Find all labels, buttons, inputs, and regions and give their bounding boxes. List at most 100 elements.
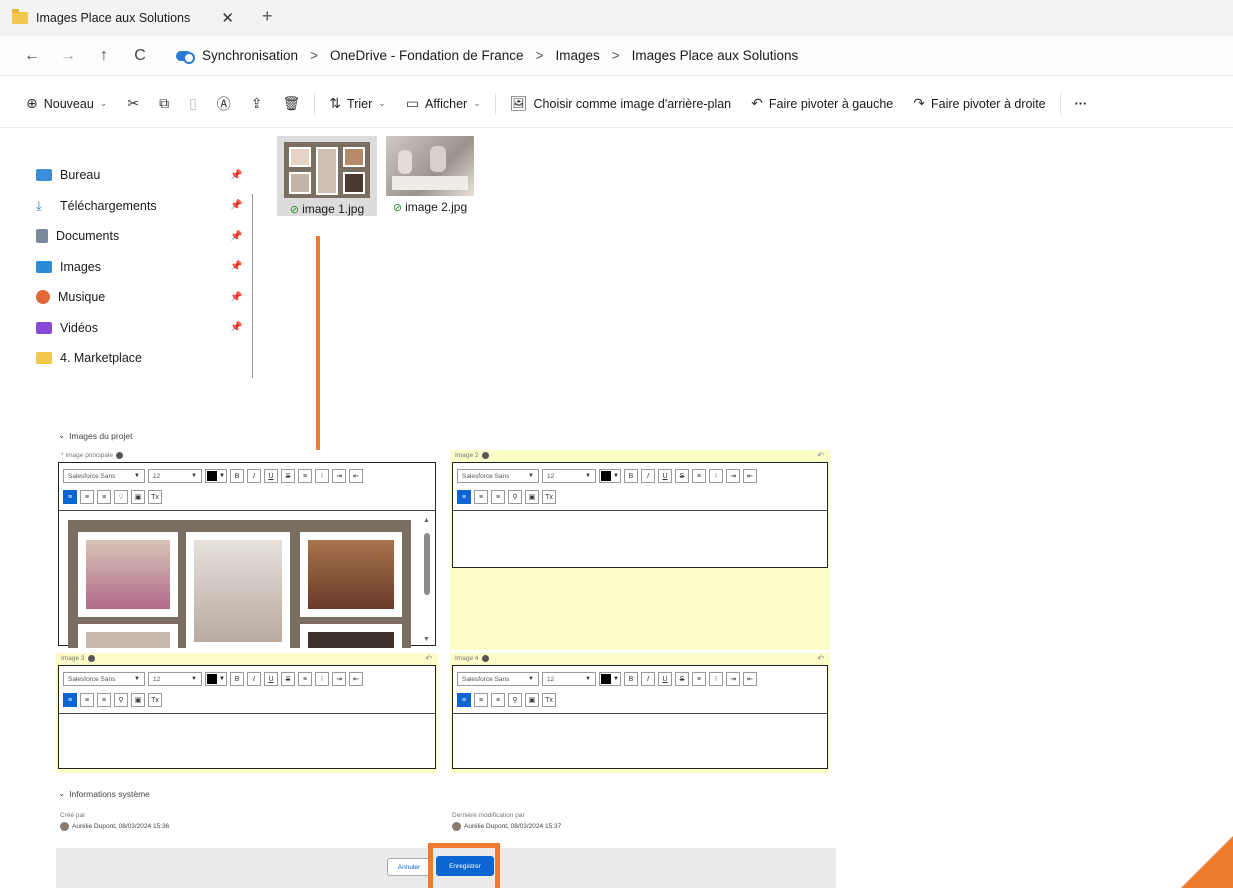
numbered-list-button[interactable]: ⁝ xyxy=(709,469,723,483)
bold-button[interactable]: B xyxy=(624,469,638,483)
text-color-picker[interactable]: ▼ xyxy=(205,469,227,483)
file-item-image-2[interactable]: ⊘ image 2.jpg xyxy=(385,136,475,216)
numbered-list-button[interactable]: ⁝ xyxy=(709,672,723,686)
breadcrumb-onedrive[interactable]: OneDrive - Fondation de France xyxy=(330,48,524,63)
font-family-select[interactable]: Salesforce Sans ▼ xyxy=(457,672,539,686)
file-item-image-1[interactable]: ⊘ image 1.jpg xyxy=(277,136,377,216)
font-family-select[interactable]: Salesforce Sans ▼ xyxy=(457,469,539,483)
image-insert-icon[interactable]: ▣ xyxy=(131,490,145,504)
view-button[interactable]: ▭ Afficher ⌄ xyxy=(396,95,491,112)
sidebar-item-musique[interactable]: Musique 📌 xyxy=(36,282,246,313)
delete-button[interactable]: 🗑 xyxy=(273,95,311,112)
font-family-select[interactable]: Salesforce Sans ▼ xyxy=(63,672,145,686)
font-size-select[interactable]: 12 ▼ xyxy=(148,469,202,483)
image-insert-icon[interactable]: ▣ xyxy=(525,693,539,707)
refresh-icon[interactable]: C xyxy=(122,47,158,65)
image-insert-icon[interactable]: ▣ xyxy=(525,490,539,504)
tab-images-place-aux-solutions[interactable]: Images Place aux Solutions ✕ xyxy=(12,4,244,32)
bold-button[interactable]: B xyxy=(230,672,244,686)
new-tab-button[interactable]: + xyxy=(262,6,273,27)
text-color-picker[interactable]: ▼ xyxy=(599,672,621,686)
scrollbar-thumb[interactable] xyxy=(424,533,430,595)
outdent-button[interactable]: ⇤ xyxy=(743,672,757,686)
rich-text-editor[interactable]: Salesforce Sans ▼ 12 ▼ ▼ B I U S ≡ ⁝ ⇥ ⇤ ≡… xyxy=(452,462,828,568)
breadcrumb-synchronisation[interactable]: Synchronisation xyxy=(202,48,298,63)
bullet-list-button[interactable]: ≡ xyxy=(298,469,312,483)
align-center-button[interactable]: ≡ xyxy=(474,693,488,707)
cut-button[interactable]: ✂ xyxy=(117,95,149,112)
bullet-list-button[interactable]: ≡ xyxy=(692,672,706,686)
align-left-button[interactable]: ≡ xyxy=(63,490,77,504)
link-icon[interactable]: ⚲ xyxy=(114,693,128,707)
numbered-list-button[interactable]: ⁝ xyxy=(315,469,329,483)
align-left-button[interactable]: ≡ xyxy=(457,490,471,504)
close-tab-icon[interactable]: ✕ xyxy=(221,9,234,27)
text-color-picker[interactable]: ▼ xyxy=(599,469,621,483)
strikethrough-button[interactable]: S xyxy=(675,469,689,483)
up-arrow-icon[interactable]: ↑ xyxy=(86,47,122,65)
sidebar-item-videos[interactable]: Vidéos 📌 xyxy=(36,313,246,344)
align-right-button[interactable]: ≡ xyxy=(97,490,111,504)
indent-button[interactable]: ⇥ xyxy=(726,672,740,686)
underline-button[interactable]: U xyxy=(658,672,672,686)
underline-button[interactable]: U xyxy=(264,672,278,686)
outdent-button[interactable]: ⇤ xyxy=(349,469,363,483)
font-size-select[interactable]: 12 ▼ xyxy=(148,672,202,686)
font-family-select[interactable]: Salesforce Sans ▼ xyxy=(63,469,145,483)
italic-button[interactable]: I xyxy=(247,672,261,686)
indent-button[interactable]: ⇥ xyxy=(332,672,346,686)
breadcrumb-separator[interactable]: > xyxy=(536,48,544,63)
text-color-picker[interactable]: ▼ xyxy=(205,672,227,686)
bullet-list-button[interactable]: ≡ xyxy=(298,672,312,686)
italic-button[interactable]: I xyxy=(641,672,655,686)
bold-button[interactable]: B xyxy=(624,672,638,686)
link-icon[interactable]: ⚲ xyxy=(508,693,522,707)
set-background-button[interactable]: 🖼 Choisir comme image d'arrière-plan xyxy=(500,95,741,112)
scroll-down-icon[interactable]: ▼ xyxy=(423,636,430,643)
more-options-button[interactable]: ··· xyxy=(1065,97,1098,111)
breadcrumb-images[interactable]: Images xyxy=(555,48,599,63)
underline-button[interactable]: U xyxy=(658,469,672,483)
bullet-list-button[interactable]: ≡ xyxy=(692,469,706,483)
bold-button[interactable]: B xyxy=(230,469,244,483)
strikethrough-button[interactable]: S xyxy=(675,672,689,686)
underline-button[interactable]: U xyxy=(264,469,278,483)
undo-icon[interactable]: ↶ xyxy=(425,654,432,663)
breadcrumb-separator[interactable]: > xyxy=(612,48,620,63)
sidebar-item-images[interactable]: Images 📌 xyxy=(36,252,246,283)
forward-arrow-icon[interactable]: → xyxy=(50,47,86,65)
new-button[interactable]: ⊕ Nouveau ⌄ xyxy=(0,95,117,112)
undo-icon[interactable]: ↶ xyxy=(817,451,824,460)
strikethrough-button[interactable]: S xyxy=(281,469,295,483)
undo-icon[interactable]: ↶ xyxy=(817,654,824,663)
font-size-select[interactable]: 12 ▼ xyxy=(542,672,596,686)
align-right-button[interactable]: ≡ xyxy=(491,490,505,504)
link-icon[interactable]: ⚲ xyxy=(114,490,128,504)
outdent-button[interactable]: ⇤ xyxy=(349,672,363,686)
section-header-images[interactable]: ⌄ Images du projet xyxy=(58,430,132,441)
clear-format-icon[interactable]: Tx xyxy=(542,693,556,707)
font-size-select[interactable]: 12 ▼ xyxy=(542,469,596,483)
scroll-up-icon[interactable]: ▲ xyxy=(423,517,430,524)
clear-format-icon[interactable]: Tx xyxy=(542,490,556,504)
cancel-button[interactable]: Annuler xyxy=(387,858,431,876)
align-right-button[interactable]: ≡ xyxy=(97,693,111,707)
sidebar-item-bureau[interactable]: Bureau 📌 xyxy=(36,160,246,191)
share-button[interactable]: ⇪ xyxy=(241,95,273,112)
sidebar-item-documents[interactable]: Documents 📌 xyxy=(36,221,246,252)
sort-button[interactable]: ⇅ Trier ⌄ xyxy=(319,95,396,112)
rotate-right-button[interactable]: ↷ Faire pivoter à droite xyxy=(903,95,1055,112)
section-header-system[interactable]: ⌄ Informations système xyxy=(58,788,150,799)
editor-scrollbar[interactable]: ▲ ▼ xyxy=(421,515,433,645)
indent-button[interactable]: ⇥ xyxy=(332,469,346,483)
rotate-left-button[interactable]: ↶ Faire pivoter à gauche xyxy=(741,95,903,112)
indent-button[interactable]: ⇥ xyxy=(726,469,740,483)
breadcrumb-separator[interactable]: > xyxy=(310,48,318,63)
outdent-button[interactable]: ⇤ xyxy=(743,469,757,483)
rename-button[interactable]: Ⓐ xyxy=(207,94,241,114)
breadcrumb-images-place-aux-solutions[interactable]: Images Place aux Solutions xyxy=(632,48,799,63)
align-left-button[interactable]: ≡ xyxy=(457,693,471,707)
link-icon[interactable]: ⚲ xyxy=(508,490,522,504)
align-center-button[interactable]: ≡ xyxy=(80,490,94,504)
rich-text-editor[interactable]: Salesforce Sans ▼ 12 ▼ ▼ B I U S ≡ ⁝ ⇥ ⇤ ≡… xyxy=(452,665,828,769)
